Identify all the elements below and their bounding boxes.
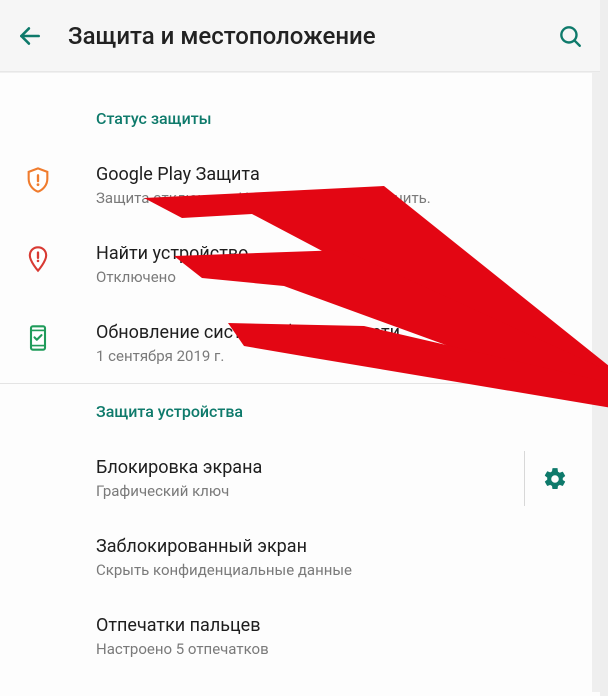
row-security-update[interactable]: Обновление системы безопасности 1 сентяб… — [0, 304, 600, 383]
row-sub: Скрыть конфиденциальные данные — [96, 561, 584, 579]
gear-icon — [542, 466, 568, 492]
row-title: Заблокированный экран — [96, 536, 584, 557]
row-google-play-protect[interactable]: Google Play Защита Защита отключена. Наж… — [0, 146, 600, 225]
row-title: Google Play Защита — [96, 164, 584, 185]
row-sub: Отключено — [96, 268, 584, 286]
row-title: Отпечатки пальцев — [96, 615, 584, 636]
row-find-device[interactable]: Найти устройство Отключено — [0, 225, 600, 304]
phone-check-icon — [24, 324, 52, 352]
section-header-device: Защита устройства — [0, 384, 600, 439]
location-alert-icon — [24, 245, 52, 273]
row-sub: Настроено 5 отпечатков — [96, 640, 584, 658]
row-locked-screen[interactable]: Заблокированный экран Скрыть конфиденциа… — [0, 518, 600, 597]
row-sub: 1 сентября 2019 г. — [96, 347, 584, 365]
back-button[interactable] — [16, 22, 44, 50]
appbar: Защита и местоположение — [0, 0, 600, 72]
page-title: Защита и местоположение — [68, 22, 556, 50]
row-title: Найти устройство — [96, 243, 584, 264]
scrollbar[interactable] — [592, 72, 600, 692]
row-title: Обновление системы безопасности — [96, 322, 584, 343]
search-button[interactable] — [556, 22, 584, 50]
screen-lock-settings-button[interactable] — [524, 451, 584, 506]
row-title: Блокировка экрана — [96, 457, 524, 478]
arrow-back-icon — [17, 23, 43, 49]
row-sub: Защита отключена. Нажмите, чтобы включит… — [96, 189, 584, 207]
shield-alert-icon — [24, 166, 52, 194]
section-header-status: Статус защиты — [0, 91, 600, 146]
row-fingerprints[interactable]: Отпечатки пальцев Настроено 5 отпечатков — [0, 597, 600, 676]
row-sub: Графический ключ — [96, 482, 524, 500]
search-icon — [557, 23, 583, 49]
row-screen-lock[interactable]: Блокировка экрана Графический ключ — [0, 439, 600, 518]
